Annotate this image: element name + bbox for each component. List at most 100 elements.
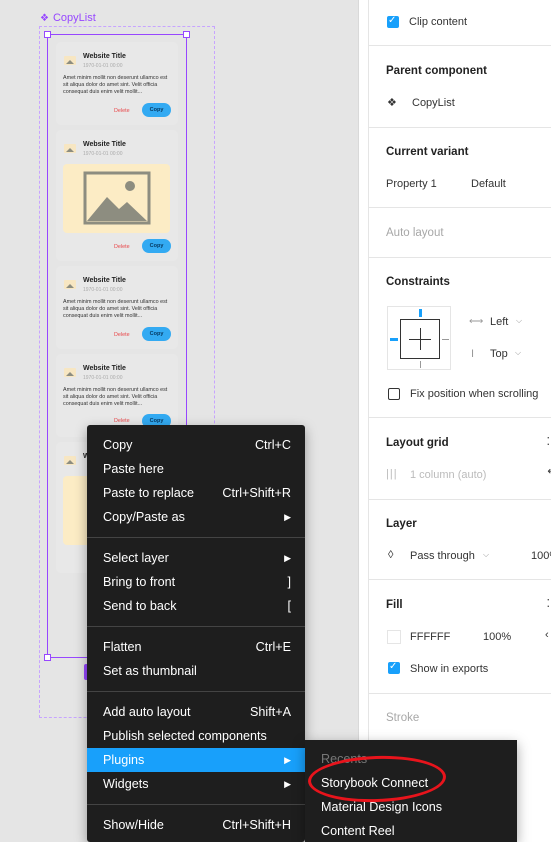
- menu-divider: [87, 537, 305, 538]
- section-title[interactable]: Auto layout: [386, 227, 444, 239]
- card-date: 1970-01-01 00:00: [83, 151, 123, 157]
- menu-item-label: Show/Hide: [103, 818, 164, 832]
- section-title: Parent component: [386, 65, 487, 77]
- section-title[interactable]: Stroke: [386, 712, 419, 724]
- component-icon: ❖: [40, 12, 49, 24]
- menu-item-label: Bring to front: [103, 575, 176, 589]
- clip-content-checkbox[interactable]: [387, 15, 399, 28]
- frame-label-text: CopyList: [52, 12, 96, 24]
- menu-item-show-hide[interactable]: Show/Hide Ctrl+Shift+H: [87, 813, 305, 837]
- menu-item-set-as-thumbnail[interactable]: Set as thumbnail: [87, 659, 305, 683]
- grid-icon: |||: [386, 468, 398, 480]
- frame-label[interactable]: ❖ CopyList: [40, 12, 96, 24]
- stroke-section: Stroke: [369, 694, 551, 742]
- parent-component-name[interactable]: CopyList: [412, 97, 455, 109]
- section-title: Fill: [386, 599, 403, 611]
- auto-layout-section: Auto layout: [369, 208, 551, 258]
- properties-panel: Clip content Parent component ❖ CopyList…: [368, 0, 551, 842]
- layout-grid-value[interactable]: 1 column (auto): [410, 469, 486, 481]
- menu-divider: [87, 691, 305, 692]
- menu-item-flatten[interactable]: Flatten Ctrl+E: [87, 635, 305, 659]
- plugin-content-reel[interactable]: Content Reel: [321, 824, 395, 838]
- menu-divider: [87, 804, 305, 805]
- grid-styles-icon[interactable]: ⁚: [547, 435, 551, 448]
- fill-swatch[interactable]: [387, 630, 401, 644]
- bottom-constraint-line[interactable]: [420, 361, 421, 368]
- menu-item-send-to-back[interactable]: Send to back [: [87, 594, 305, 618]
- card-title: Website Title: [83, 53, 126, 60]
- blend-mode-icon: ◊: [388, 549, 394, 561]
- fix-position-checkbox[interactable]: [388, 388, 400, 400]
- vertical-constraint-icon: I: [471, 348, 475, 360]
- menu-item-shortcut: Ctrl+E: [255, 640, 291, 654]
- menu-item-widgets[interactable]: Widgets ▶: [87, 772, 305, 796]
- section-title: Constraints: [386, 276, 450, 288]
- component-icon: ❖: [387, 97, 397, 109]
- right-constraint-line[interactable]: [442, 339, 449, 340]
- menu-item-label: Set as thumbnail: [103, 664, 197, 678]
- plugin-material-design-icons[interactable]: Material Design Icons: [321, 800, 442, 814]
- list-card[interactable]: Website Title 1970-01-01 00:00 Amet mini…: [56, 42, 178, 125]
- context-menu: Copy Ctrl+C Paste here Paste to replace Ct…: [87, 425, 305, 842]
- submenu-arrow-icon: ▶: [284, 511, 291, 522]
- copy-button[interactable]: Copy: [142, 103, 171, 117]
- menu-item-label: Select layer: [103, 551, 169, 565]
- horizontal-constraint[interactable]: Left: [490, 316, 508, 328]
- section-title: Current variant: [386, 146, 469, 158]
- constraint-widget[interactable]: [387, 306, 451, 370]
- show-in-exports-checkbox[interactable]: [388, 661, 400, 674]
- delete-button[interactable]: Delete: [114, 108, 130, 114]
- menu-item-shortcut: [: [287, 599, 292, 613]
- image-icon: [64, 456, 76, 465]
- fill-styles-icon[interactable]: ⁚: [547, 597, 551, 610]
- menu-item-shortcut: Shift+A: [250, 705, 291, 719]
- menu-item-publish-components[interactable]: Publish selected components: [87, 724, 305, 748]
- card-title: Website Title: [83, 365, 126, 372]
- card-body: Amet minim mollit non deserunt ullamco e…: [63, 299, 168, 319]
- card-title: Website Title: [83, 141, 126, 148]
- menu-item-copy-paste-as[interactable]: Copy/Paste as ▶: [87, 505, 305, 529]
- image-icon: [64, 368, 76, 377]
- delete-button[interactable]: Delete: [114, 244, 130, 250]
- delete-button[interactable]: Delete: [114, 418, 130, 424]
- list-card[interactable]: Website Title 1970-01-01 00:00 Delete Co…: [56, 130, 178, 261]
- menu-divider: [87, 626, 305, 627]
- menu-item-copy[interactable]: Copy Ctrl+C: [87, 433, 305, 457]
- current-variant-section: Current variant Property 1 Default: [369, 128, 551, 208]
- variant-property-value[interactable]: Default: [471, 178, 506, 190]
- copy-button[interactable]: Copy: [142, 239, 171, 253]
- chevron-down-icon: ⌵: [483, 550, 490, 559]
- fill-hex[interactable]: FFFFFF: [410, 631, 450, 643]
- menu-item-plugins[interactable]: Plugins ▶: [87, 748, 305, 772]
- card-date: 1970-01-01 00:00: [83, 375, 123, 381]
- fill-opacity[interactable]: 100%: [483, 631, 511, 643]
- show-in-exports-label: Show in exports: [410, 663, 489, 675]
- left-constraint-line[interactable]: [390, 338, 398, 341]
- remove-fill-icon[interactable]: ‹: [545, 629, 549, 641]
- menu-item-paste-to-replace[interactable]: Paste to replace Ctrl+Shift+R: [87, 481, 305, 505]
- menu-item-paste-here[interactable]: Paste here: [87, 457, 305, 481]
- copy-button[interactable]: Copy: [142, 327, 171, 341]
- chevron-down-icon: ⌵: [515, 348, 522, 357]
- resize-handle[interactable]: [44, 654, 51, 661]
- menu-item-add-auto-layout[interactable]: Add auto layout Shift+A: [87, 700, 305, 724]
- menu-item-bring-to-front[interactable]: Bring to front]: [87, 570, 305, 594]
- layer-opacity[interactable]: 100%: [531, 550, 551, 562]
- resize-handle[interactable]: [44, 31, 51, 38]
- menu-item-select-layer[interactable]: Select layer ▶: [87, 546, 305, 570]
- canvas-panel-gutter: [358, 0, 368, 842]
- chevron-down-icon: ⌵: [516, 316, 523, 325]
- delete-button[interactable]: Delete: [114, 332, 130, 338]
- resize-handle[interactable]: [183, 31, 190, 38]
- menu-item-label: Send to back: [103, 599, 177, 613]
- image-icon: [64, 144, 76, 153]
- card-body: Amet minim mollit non deserunt ullamco e…: [63, 387, 168, 407]
- top-constraint-line[interactable]: [419, 309, 422, 317]
- menu-item-label: Paste to replace: [103, 486, 195, 500]
- blend-mode[interactable]: Pass through: [410, 550, 475, 562]
- grid-toggle-icon[interactable]: ↰: [546, 467, 551, 480]
- section-title: Layer: [386, 518, 417, 530]
- list-card[interactable]: Website Title 1970-01-01 00:00 Amet mini…: [56, 266, 178, 349]
- menu-item-label: Copy: [103, 438, 133, 452]
- vertical-constraint[interactable]: Top: [490, 348, 508, 360]
